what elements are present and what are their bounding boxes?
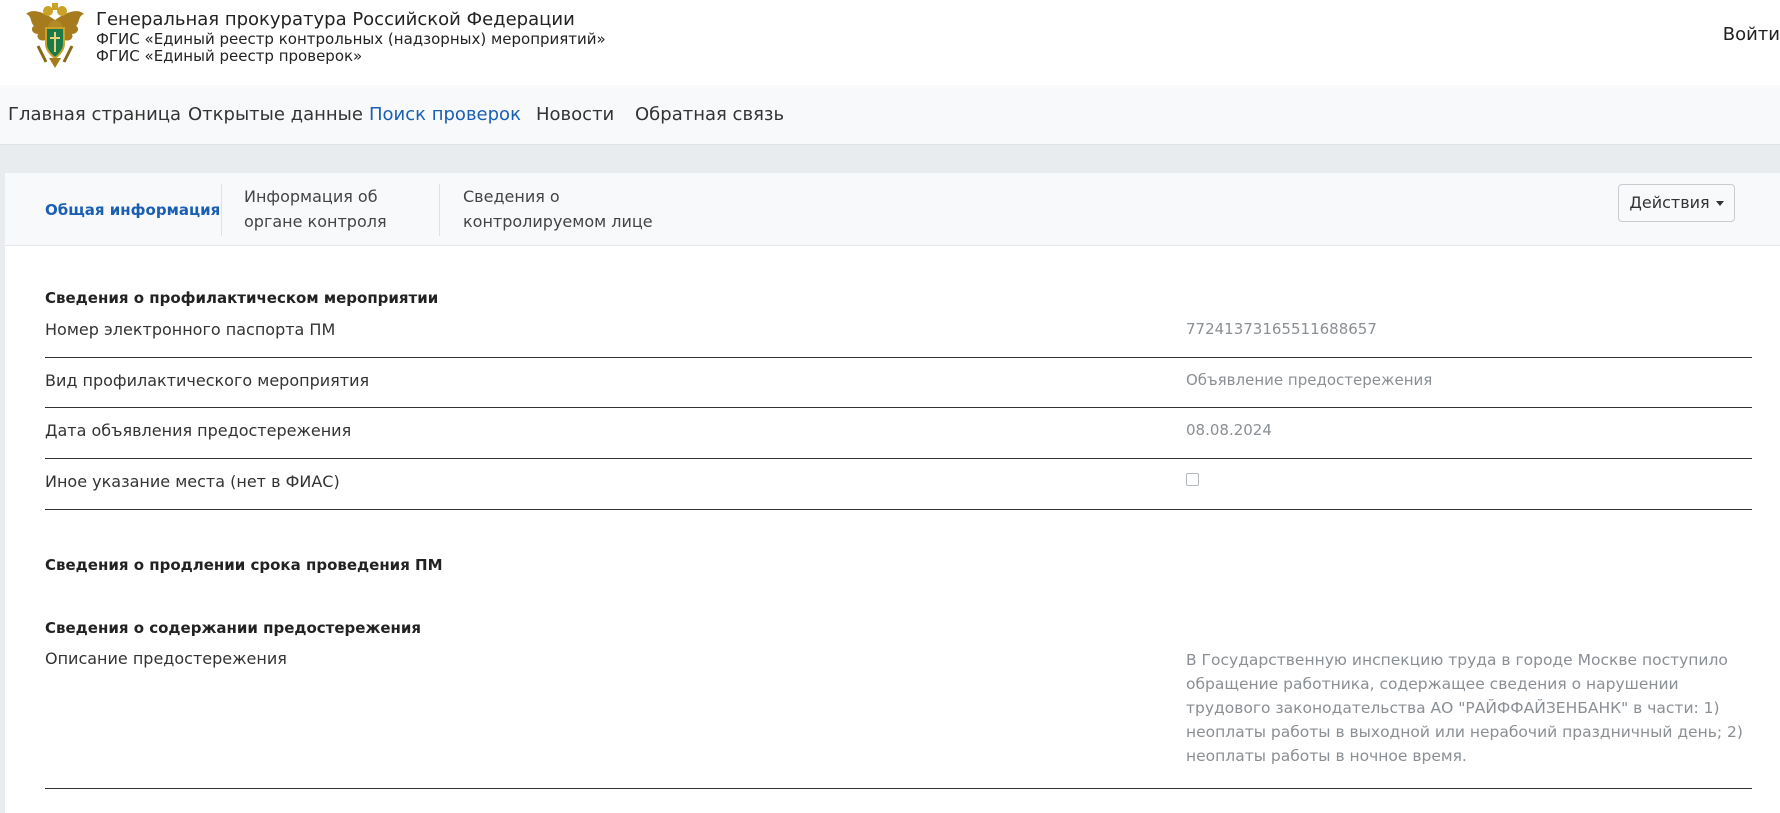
nav-item-inspection-search[interactable]: Поиск проверок: [369, 104, 521, 125]
row-value: 08.08.2024: [1186, 421, 1272, 439]
description-value: В Государственную инспекцию труда в горо…: [1186, 651, 1743, 765]
site-header: Генеральная прокуратура Российской Федер…: [0, 0, 1780, 85]
row-value: 77241373165511688657: [1186, 320, 1377, 338]
nav-item-open-data[interactable]: Открытые данные: [188, 104, 363, 125]
info-row: Вид профилактического мероприятия Объявл…: [45, 358, 1752, 408]
tab-controlled-person-line2: контролируемом лице: [463, 212, 653, 231]
tab-general-info-label: Общая информация: [45, 201, 221, 219]
record-tabs: Общая информация Информация об органе ко…: [5, 173, 1780, 246]
nav-item-news[interactable]: Новости: [536, 104, 614, 125]
tab-controlled-person[interactable]: Сведения о контролируемом лице: [463, 184, 653, 234]
info-row: Иное указание места (нет в ФИАС): [45, 459, 1752, 510]
row-label: Описание предостережения: [45, 649, 287, 668]
tab-control-body[interactable]: Информация об органе контроля: [244, 184, 387, 234]
row-label: Вид профилактического мероприятия: [45, 371, 370, 390]
tab-control-body-line1: Информация об: [244, 187, 378, 206]
info-row: Дата объявления предостережения 08.08.20…: [45, 408, 1752, 459]
caret-down-icon: [1715, 201, 1724, 206]
actions-label: Действия: [1629, 193, 1710, 212]
tab-general-info[interactable]: Общая информация: [45, 198, 220, 223]
tab-control-body-line2: органе контроля: [244, 212, 387, 231]
system-name-primary: ФГИС «Единый реестр контрольных (надзорн…: [96, 30, 606, 48]
actions-dropdown-button[interactable]: Действия: [1618, 184, 1735, 222]
info-row: Номер электронного паспорта ПМ 772413731…: [45, 320, 1752, 358]
row-value: Объявление предостережения: [1186, 371, 1433, 389]
tab-controlled-person-line1: Сведения о: [463, 187, 560, 206]
emblem-logo[interactable]: [24, 2, 86, 70]
site-title-block: Генеральная прокуратура Российской Федер…: [96, 9, 606, 65]
section-title-extension: Сведения о продлении срока проведения ПМ: [45, 556, 443, 574]
record-card: Общая информация Информация об органе ко…: [5, 173, 1780, 813]
nav-item-home[interactable]: Главная страница: [8, 104, 181, 125]
fias-checkbox[interactable]: [1186, 473, 1199, 486]
row-label: Иное указание места (нет в ФИАС): [45, 472, 340, 491]
section-title-content: Сведения о содержании предостережения: [45, 619, 422, 637]
info-row: Описание предостережения В Государственн…: [45, 649, 1752, 789]
tab-divider: [221, 184, 222, 236]
row-label: Номер электронного паспорта ПМ: [45, 320, 336, 339]
login-link[interactable]: Войти: [1723, 24, 1780, 45]
system-name-secondary: ФГИС «Единый реестр проверок»: [96, 47, 363, 65]
row-label: Дата объявления предостережения: [45, 421, 352, 440]
main-nav: Главная страница Открытые данные Поиск п…: [0, 85, 1780, 145]
tab-divider: [439, 184, 440, 236]
org-name: Генеральная прокуратура Российской Федер…: [96, 9, 575, 30]
nav-item-feedback[interactable]: Обратная связь: [635, 104, 784, 125]
section-title-prevention: Сведения о профилактическом мероприятии: [45, 289, 439, 307]
